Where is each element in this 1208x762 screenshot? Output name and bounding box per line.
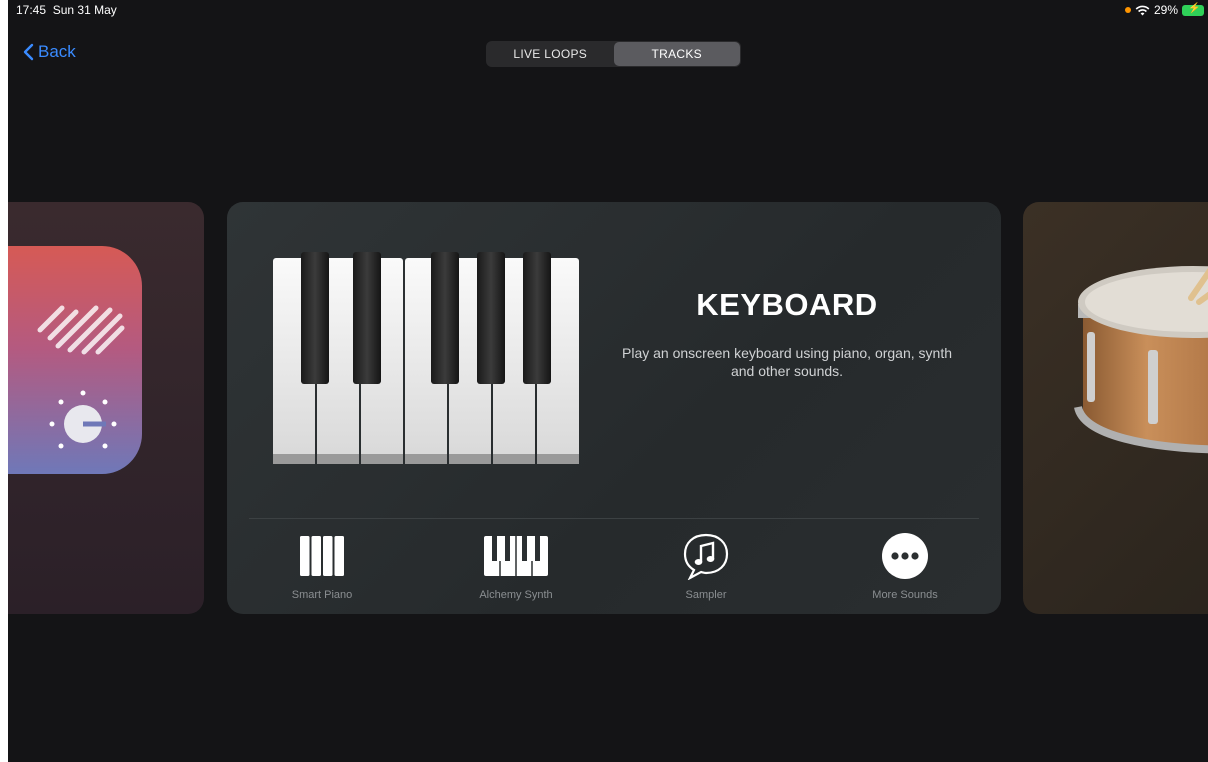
- piano-keys-icon: [300, 536, 344, 576]
- music-note-bubble-icon: [683, 533, 729, 580]
- sound-label: Sampler: [685, 589, 727, 601]
- synth-keys-icon: [484, 536, 548, 576]
- back-label: Back: [38, 42, 76, 61]
- battery-percent: 29%: [1153, 3, 1178, 17]
- live-loops-app-icon: [8, 246, 142, 474]
- instrument-card-drums[interactable]: [1023, 202, 1208, 614]
- chevron-left-icon: [23, 43, 34, 61]
- garageband-sound-browser: 17:45 Sun 31 May 29% Back LIVE LOOPS TRA…: [8, 0, 1208, 762]
- sound-label: More Sounds: [872, 589, 938, 601]
- snare-drum-icon: [1074, 266, 1208, 454]
- divider: [249, 518, 979, 519]
- status-date: Sun 31 May: [52, 3, 117, 17]
- instrument-card-keyboard[interactable]: KEYBOARD Play an onscreen keyboard using…: [227, 202, 1001, 614]
- sound-label: Smart Piano: [291, 589, 353, 601]
- instrument-title: KEYBOARD: [696, 287, 878, 322]
- ellipsis-circle-icon: [882, 533, 928, 579]
- recording-dot-icon: [1124, 7, 1131, 13]
- instrument-card-live-loops[interactable]: [8, 202, 204, 614]
- tab-live-loops[interactable]: LIVE LOOPS: [487, 42, 614, 66]
- keyboard-illustration-icon: [273, 252, 579, 464]
- status-indicators: 29%: [1124, 3, 1204, 17]
- sound-smart-piano-button[interactable]: Smart Piano: [247, 532, 397, 601]
- battery-charging-icon: [1182, 3, 1204, 16]
- sound-more-sounds-button[interactable]: More Sounds: [830, 532, 980, 601]
- status-time: 17:45 Sun 31 May: [16, 3, 117, 17]
- mode-segmented-control: LIVE LOOPS TRACKS: [486, 41, 741, 67]
- stripes-knob-icon: [37, 305, 125, 449]
- instrument-description: Play an onscreen keyboard using piano, o…: [622, 345, 952, 379]
- back-button[interactable]: Back: [22, 42, 76, 62]
- wifi-icon: [1135, 5, 1150, 15]
- tab-tracks[interactable]: TRACKS: [613, 42, 740, 66]
- sound-sampler-button[interactable]: Sampler: [631, 532, 781, 601]
- status-time-value: 17:45: [16, 3, 47, 17]
- sound-label: Alchemy Synth: [479, 589, 553, 601]
- sound-alchemy-synth-button[interactable]: Alchemy Synth: [441, 532, 591, 601]
